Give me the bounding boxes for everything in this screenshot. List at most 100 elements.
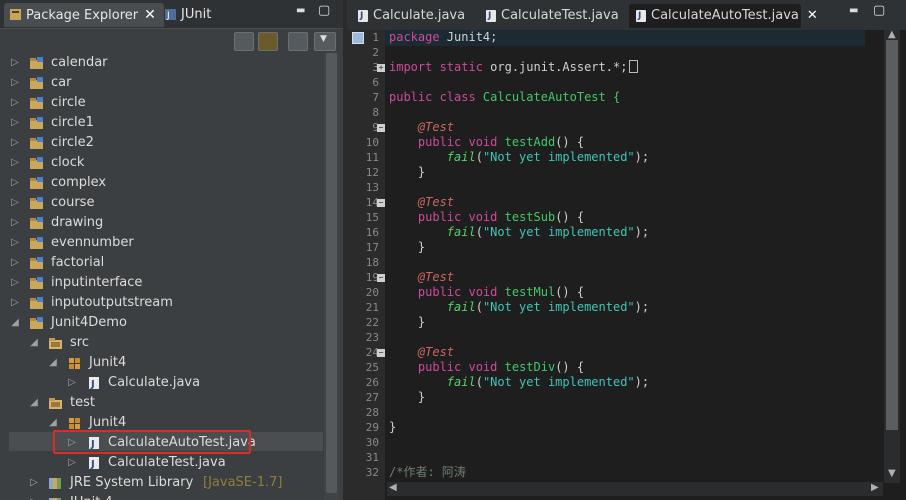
collapse-arrow-icon[interactable]: ◢: [10, 313, 20, 333]
java-file-icon: [636, 4, 646, 28]
code-text: (: [475, 300, 483, 314]
code-string: "Not yet implemented": [482, 225, 635, 239]
link-with-editor-icon[interactable]: [258, 32, 278, 51]
tree-item[interactable]: ▷ circle2: [8, 133, 324, 153]
collapse-fold-icon[interactable]: −: [377, 199, 385, 207]
code-method-name: testDiv: [504, 360, 556, 374]
tree-item[interactable]: ▷ car: [8, 73, 324, 93]
tree-item[interactable]: ▷ circle: [8, 93, 324, 113]
tab-calculateautotest-java[interactable]: CalculateAutoTest.java ✕: [629, 4, 818, 28]
expand-arrow-icon[interactable]: ▷: [67, 373, 77, 393]
expand-arrow-icon[interactable]: ▷: [29, 493, 39, 500]
tree-item[interactable]: ▷ clock: [8, 153, 324, 173]
collapse-fold-icon[interactable]: −: [377, 274, 385, 282]
tree-scrollbar-thumb[interactable]: [326, 53, 337, 493]
editor-vertical-scrollbar-thumb[interactable]: [886, 40, 898, 430]
collapse-arrow-icon[interactable]: ◢: [48, 353, 58, 373]
line-number: 26: [365, 376, 379, 389]
dropdown-icon[interactable]: ▼: [314, 32, 336, 51]
expand-arrow-icon[interactable]: ▷: [10, 193, 20, 213]
expand-arrow-icon[interactable]: ▷: [10, 53, 20, 73]
collapsed-imports-icon[interactable]: [629, 60, 639, 73]
expand-arrow-icon[interactable]: ▷: [10, 173, 20, 193]
tree-item[interactable]: ▷ drawing: [8, 213, 324, 233]
tree-item[interactable]: ▷ course: [8, 193, 324, 213]
tree-item-label: JUnit 4: [70, 493, 113, 500]
code-text: (: [475, 375, 483, 389]
tab-label: CalculateAutoTest.java: [651, 8, 799, 23]
tree-item[interactable]: ▷ JRE System Library [JavaSE-1.7]: [8, 473, 324, 493]
code-text: () {: [555, 285, 585, 299]
scroll-right-icon[interactable]: ▶: [871, 482, 879, 493]
expand-arrow-icon[interactable]: ▷: [10, 113, 20, 133]
code-text: }: [417, 240, 426, 254]
expand-arrow-icon[interactable]: ▷: [10, 73, 20, 93]
tree-item[interactable]: ▷ evennumber: [8, 233, 324, 253]
expand-arrow-icon[interactable]: ▷: [10, 293, 20, 313]
collapse-all-icon[interactable]: [234, 32, 254, 51]
tab-package-explorer-label: Package Explorer: [26, 8, 139, 23]
collapse-arrow-icon[interactable]: ◢: [29, 393, 39, 413]
tree-item[interactable]: ◢ src: [8, 333, 324, 353]
expand-arrow-icon[interactable]: ▷: [10, 133, 20, 153]
tree-item[interactable]: ▷ J Calculate.java: [8, 373, 324, 393]
tree-item[interactable]: ◢ Junit4Demo: [8, 313, 324, 333]
editor-vertical-scrollbar[interactable]: ▲ ▼: [884, 29, 900, 483]
code-line: @Test: [389, 120, 454, 135]
code-line: @Test: [389, 270, 454, 285]
expand-fold-icon[interactable]: +: [377, 64, 385, 72]
code-editor[interactable]: 1 2 3 +6 7 8 9−10 11 12 13 14−15 16 17 18 19−20 21 22 23 2…: [347, 29, 906, 500]
tab-package-explorer[interactable]: Package Explorer ✕: [4, 3, 164, 27]
line-number: 15: [365, 211, 379, 224]
expand-arrow-icon[interactable]: ▷: [10, 233, 20, 253]
tree-item[interactable]: ▷ J CalculateTest.java: [8, 453, 324, 473]
tree-item[interactable]: ◢ Junit4: [8, 353, 324, 373]
collapse-arrow-icon[interactable]: ◢: [29, 333, 39, 353]
view-menu-icon[interactable]: [288, 32, 308, 51]
tree-scrollbar[interactable]: [324, 53, 339, 500]
tree-item-label: JRE System Library: [70, 475, 194, 490]
editor-horizontal-scrollbar[interactable]: ◀ ▶: [387, 482, 883, 496]
expand-arrow-icon[interactable]: ▷: [29, 473, 39, 493]
tree-item[interactable]: ▷ complex: [8, 173, 324, 193]
library-icon: [48, 496, 63, 500]
minimize-icon[interactable]: ▬: [296, 5, 305, 16]
expand-arrow-icon[interactable]: ▷: [67, 453, 77, 473]
tree-item[interactable]: ▷ inputoutputstream: [8, 293, 324, 313]
minimize-icon[interactable]: ▬: [849, 5, 858, 16]
maximize-icon[interactable]: ▢: [318, 3, 330, 18]
collapse-fold-icon[interactable]: −: [377, 349, 385, 357]
tree-item-label: Junit4: [89, 355, 127, 370]
line-number: 31: [365, 451, 379, 464]
code-method-name: testSub: [504, 210, 556, 224]
expand-arrow-icon[interactable]: ▷: [10, 253, 20, 273]
package-explorer-icon: [10, 9, 21, 20]
scroll-down-icon[interactable]: ▼: [888, 468, 896, 479]
close-icon[interactable]: ✕: [144, 7, 156, 23]
library-icon: [48, 476, 63, 490]
tree-item[interactable]: ▷ inputinterface: [8, 273, 324, 293]
close-icon[interactable]: ✕: [807, 8, 818, 23]
maximize-icon[interactable]: ▢: [873, 3, 885, 18]
svg-text:J: J: [166, 11, 170, 21]
tree-item-label: test: [70, 395, 95, 410]
tree-item[interactable]: ▷ circle1: [8, 113, 324, 133]
tree-item[interactable]: ▷ JUnit 4: [8, 493, 324, 500]
expand-arrow-icon[interactable]: ▷: [10, 213, 20, 233]
line-number: 2: [372, 46, 379, 59]
tree-item[interactable]: ▷ factorial: [8, 253, 324, 273]
scroll-left-icon[interactable]: ◀: [389, 482, 397, 493]
scroll-up-icon[interactable]: ▲: [888, 29, 896, 40]
line-number: 23: [365, 331, 379, 344]
tab-junit[interactable]: J JUnit: [159, 3, 219, 27]
expand-arrow-icon[interactable]: ▷: [10, 93, 20, 113]
expand-arrow-icon[interactable]: ▷: [10, 273, 20, 293]
line-number: 32: [365, 466, 379, 479]
tree-item-label: circle: [51, 95, 86, 110]
expand-arrow-icon[interactable]: ▷: [10, 153, 20, 173]
tab-calculate-java[interactable]: Calculate.java: [351, 4, 483, 28]
tab-calculatetest-java[interactable]: CalculateTest.java: [479, 4, 631, 28]
collapse-fold-icon[interactable]: −: [377, 124, 385, 132]
tree-item[interactable]: ▷ calendar: [8, 53, 324, 73]
tree-item[interactable]: ◢ test: [8, 393, 324, 413]
